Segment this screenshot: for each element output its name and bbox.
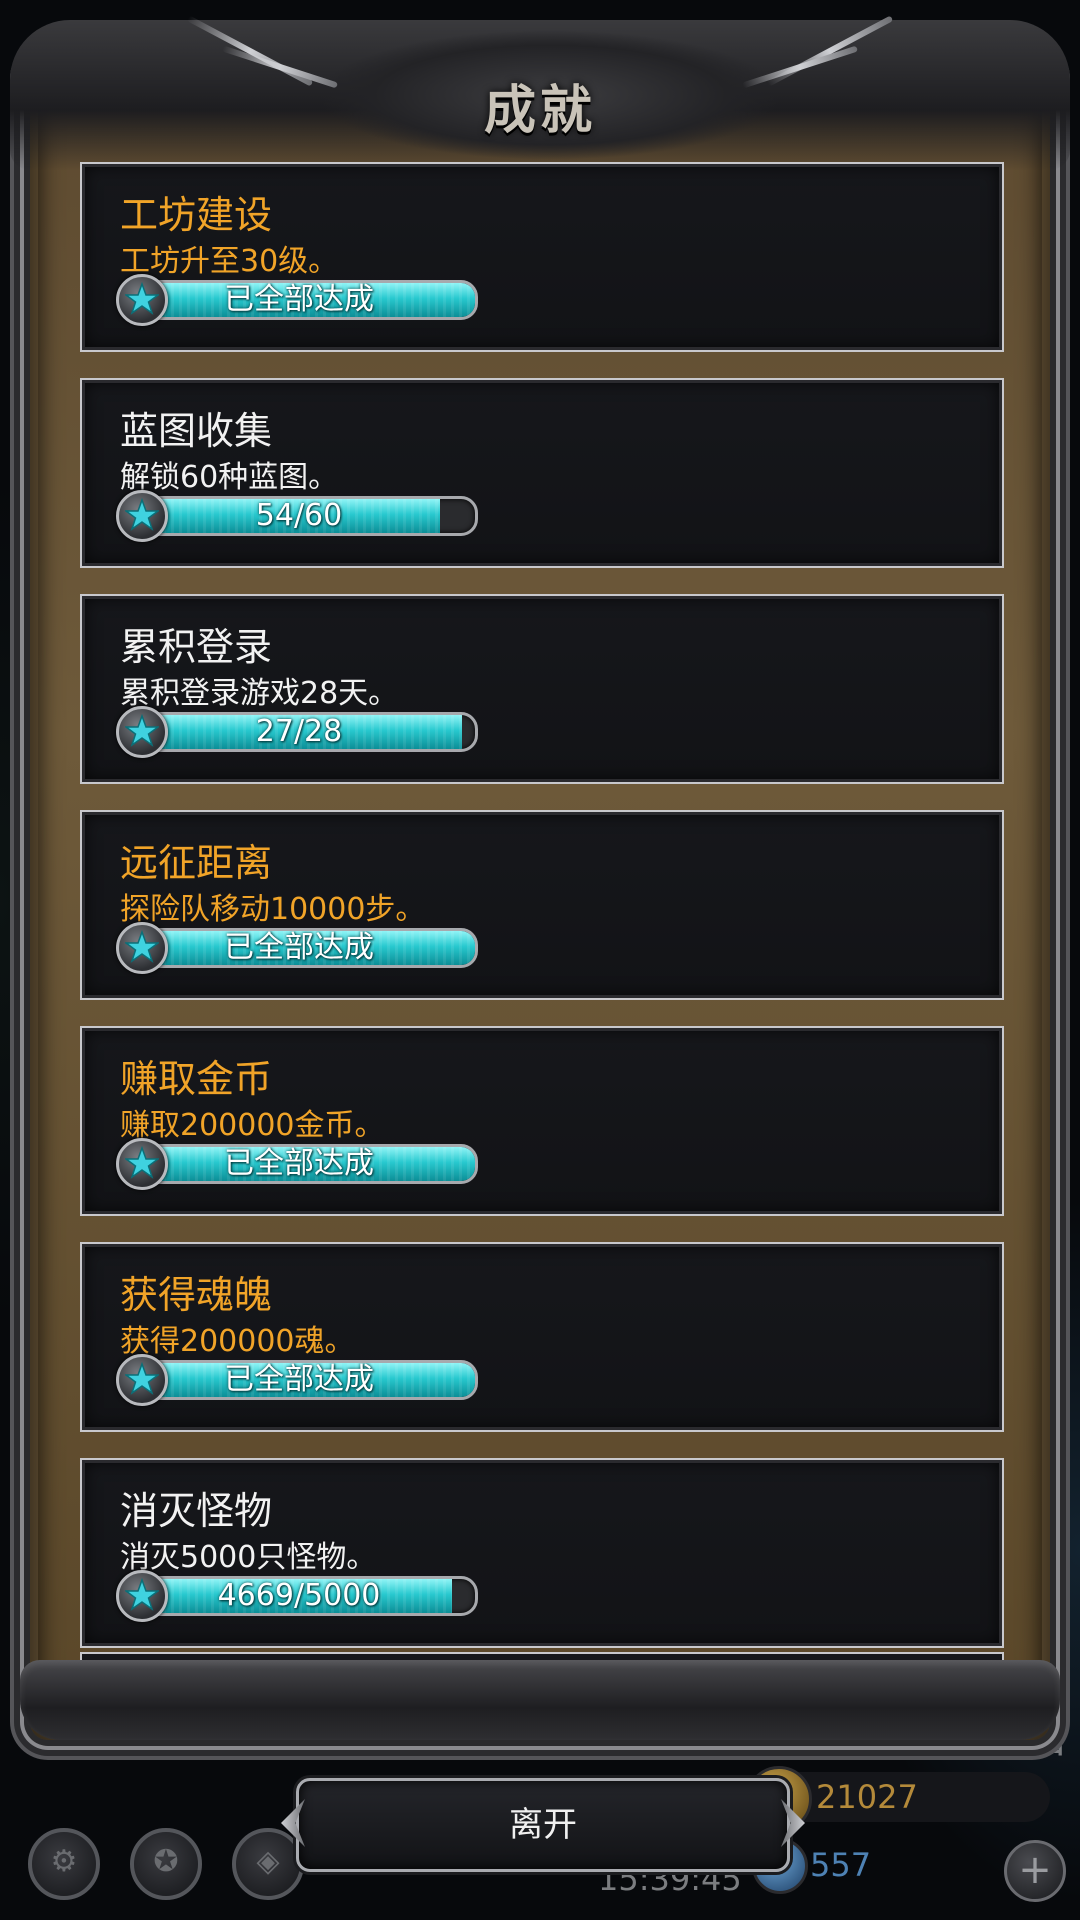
progress-bar: 已全部达成 bbox=[120, 1360, 478, 1400]
achievement-title: 获得魂魄 bbox=[120, 1273, 273, 1317]
star-icon bbox=[116, 1354, 168, 1406]
progress-text: 已全部达成 bbox=[224, 1146, 374, 1181]
achievement-title: 累积登录 bbox=[120, 625, 273, 669]
progress-bar: 27/28 bbox=[120, 712, 478, 752]
progress-bar: 54/60 bbox=[120, 496, 478, 536]
star-icon bbox=[116, 490, 168, 542]
progress-text: 27/28 bbox=[255, 714, 343, 749]
star-icon bbox=[116, 706, 168, 758]
achievement-description: 探险队移动10000步。 bbox=[120, 892, 426, 927]
achievement-description: 赚取200000金币。 bbox=[120, 1108, 385, 1143]
achievement-description: 获得200000魂。 bbox=[120, 1324, 355, 1359]
achievement-card[interactable]: 累积登录累积登录游戏28天。 27/28 bbox=[80, 594, 1004, 784]
achievement-card[interactable]: 获得魂魄获得200000魂。 已全部达成 bbox=[80, 1242, 1004, 1432]
progress-text: 已全部达成 bbox=[224, 282, 374, 317]
progress-text: 54/60 bbox=[255, 498, 343, 533]
progress-text: 4669/5000 bbox=[217, 1578, 381, 1613]
menu-icon[interactable]: ◈ bbox=[232, 1828, 304, 1900]
achievement-card[interactable]: 远征距离探险队移动10000步。 已全部达成 bbox=[80, 810, 1004, 1000]
achievement-title: 赚取金币 bbox=[120, 1057, 273, 1101]
achievement-description: 解锁60种蓝图。 bbox=[120, 460, 339, 495]
achievement-card[interactable]: 消灭怪物消灭5000只怪物。 4669/5000 bbox=[80, 1458, 1004, 1648]
achievement-description: 累积登录游戏28天。 bbox=[120, 676, 399, 711]
achievement-card[interactable]: 赚取金币赚取200000金币。 已全部达成 bbox=[80, 1026, 1004, 1216]
achievement-card[interactable]: 蓝图收集解锁60种蓝图。 54/60 bbox=[80, 378, 1004, 568]
leave-button[interactable]: 离开 bbox=[296, 1778, 790, 1872]
achievement-title: 蓝图收集 bbox=[120, 409, 273, 453]
achievement-description: 消灭5000只怪物。 bbox=[120, 1540, 377, 1575]
star-menu-icon[interactable]: ✪ bbox=[130, 1828, 202, 1900]
achievement-card[interactable]: 工坊建设工坊升至30级。 已全部达成 bbox=[80, 162, 1004, 352]
achievement-title: 消灭怪物 bbox=[120, 1489, 273, 1533]
star-icon bbox=[116, 274, 168, 326]
plus-icon[interactable]: + bbox=[1004, 1840, 1066, 1902]
gold-counter: 21027 bbox=[746, 1766, 1050, 1832]
gold-value: 21027 bbox=[816, 1778, 918, 1816]
achievement-title: 远征距离 bbox=[120, 841, 273, 885]
soul-value: 557 bbox=[810, 1846, 872, 1884]
achievement-description: 工坊升至30级。 bbox=[120, 244, 339, 279]
progress-bar: 4669/5000 bbox=[120, 1576, 478, 1616]
progress-text: 已全部达成 bbox=[224, 930, 374, 965]
frame-footer-ornament bbox=[20, 1660, 1060, 1740]
progress-bar: 已全部达成 bbox=[120, 928, 478, 968]
star-icon bbox=[116, 922, 168, 974]
star-icon bbox=[116, 1138, 168, 1190]
star-icon bbox=[116, 1570, 168, 1622]
gear-icon[interactable]: ⚙ bbox=[28, 1828, 100, 1900]
progress-text: 已全部达成 bbox=[224, 1362, 374, 1397]
progress-bar: 已全部达成 bbox=[120, 280, 478, 320]
progress-bar: 已全部达成 bbox=[120, 1144, 478, 1184]
achievement-title: 工坊建设 bbox=[120, 193, 273, 237]
dialog-title: 成就 bbox=[483, 80, 596, 141]
